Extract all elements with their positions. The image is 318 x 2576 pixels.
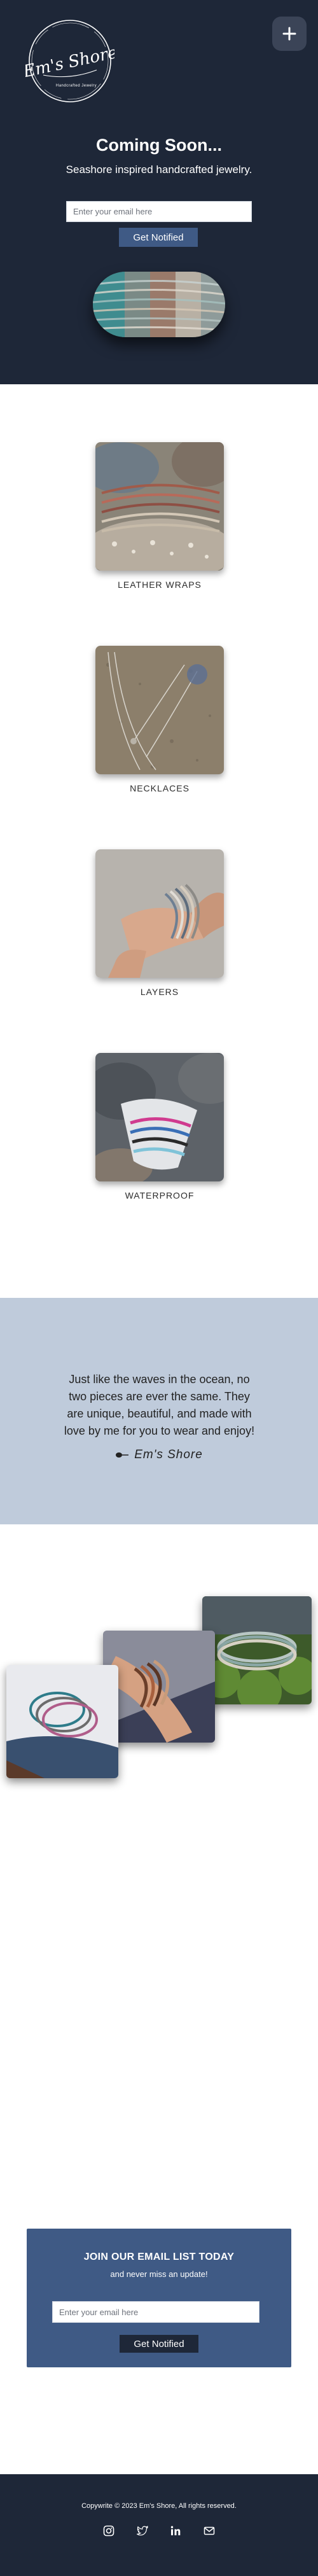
copyright-text: Copywrite © 2023 Em's Shore, All rights …: [81, 2502, 237, 2510]
menu-toggle-button[interactable]: [272, 17, 307, 51]
newsletter-subtitle: and never miss an update!: [110, 2269, 208, 2279]
brand-quote: Just like the waves in the ocean, no two…: [64, 1373, 255, 1437]
quote-signature: Em's Shore: [0, 1448, 318, 1462]
signature-text: Em's Shore: [134, 1448, 203, 1461]
instagram-link[interactable]: [102, 2524, 116, 2538]
hero-tagline: Seashore inspired handcrafted jewelry.: [66, 164, 252, 176]
plus-icon: [282, 27, 296, 41]
collage-image-shirt-bracelets: [6, 1665, 118, 1778]
hero-bracelet-image: [93, 272, 225, 337]
collage-image-bracelets-moss: [202, 1596, 312, 1704]
twitter-icon: [136, 2525, 148, 2536]
collage-image-wrist-wraps: [103, 1631, 215, 1743]
product-card-waterproof[interactable]: WATERPROOF: [95, 1053, 224, 1201]
site-footer: Copywrite © 2023 Em's Shore, All rights …: [0, 2474, 318, 2576]
newsletter-title: JOIN OUR EMAIL LIST TODAY: [83, 2252, 235, 2262]
twitter-link[interactable]: [135, 2524, 149, 2538]
mail-icon: [204, 2526, 215, 2535]
newsletter-section: JOIN OUR EMAIL LIST TODAY and never miss…: [27, 2229, 291, 2367]
newsletter-get-notified-button[interactable]: Get Notified: [120, 2335, 198, 2353]
svg-text:Em's Shore: Em's Shore: [25, 43, 114, 82]
mail-link[interactable]: [202, 2524, 216, 2538]
necklaces-image[interactable]: [95, 646, 224, 774]
product-card-layers[interactable]: LAYERS: [95, 849, 224, 997]
hero-get-notified-button[interactable]: Get Notified: [119, 228, 198, 247]
linkedin-icon: [171, 2526, 181, 2535]
coming-soon-heading: Coming Soon...: [96, 136, 222, 155]
svg-text:Handcrafted Jewelry: Handcrafted Jewelry: [56, 84, 97, 88]
product-label[interactable]: NECKLACES: [95, 783, 224, 793]
brand-logo[interactable]: Em's Shore Handcrafted Jewelry: [21, 17, 119, 106]
waterproof-image[interactable]: [95, 1053, 224, 1181]
fish-icon: [116, 1452, 129, 1458]
quote-section: Just like the waves in the ocean, no two…: [0, 1298, 318, 1524]
leather-wraps-image[interactable]: [95, 442, 224, 571]
product-card-leather-wraps[interactable]: LEATHER WRAPS: [95, 442, 224, 590]
linkedin-link[interactable]: [169, 2524, 183, 2538]
hero-email-input[interactable]: [66, 201, 252, 222]
instagram-icon: [103, 2525, 114, 2537]
product-label[interactable]: LEATHER WRAPS: [95, 580, 224, 590]
product-label[interactable]: WATERPROOF: [95, 1190, 224, 1201]
hero-section: Em's Shore Handcrafted Jewelry Coming So…: [0, 0, 318, 384]
social-links: [102, 2524, 216, 2538]
product-label[interactable]: LAYERS: [95, 987, 224, 997]
product-card-necklaces[interactable]: NECKLACES: [95, 646, 224, 793]
layers-image[interactable]: [95, 849, 224, 978]
newsletter-email-input[interactable]: [52, 2301, 259, 2323]
